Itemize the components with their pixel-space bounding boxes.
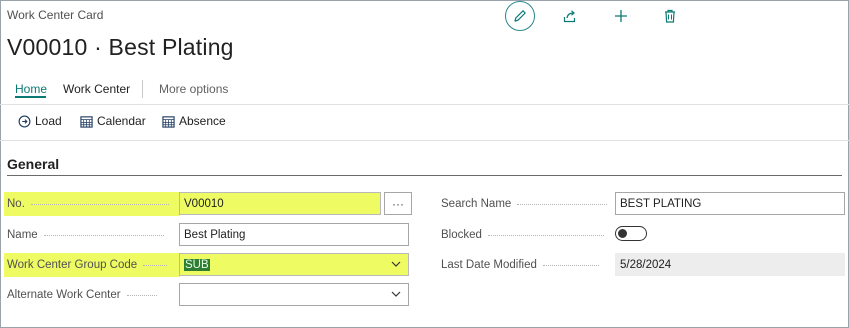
- absence-calendar-icon: [162, 115, 175, 128]
- page-title: V00010 · Best Plating: [7, 34, 234, 60]
- label-dots: [143, 264, 168, 266]
- load-button[interactable]: Load: [18, 114, 62, 128]
- delete-button[interactable]: [655, 1, 685, 31]
- card-caption: Work Center Card: [7, 8, 104, 22]
- blocked-toggle[interactable]: [615, 226, 647, 241]
- label-dots: [517, 203, 608, 205]
- tab-home[interactable]: Home: [15, 82, 47, 96]
- chevron-down-icon: [391, 291, 401, 297]
- load-label: Load: [35, 114, 62, 128]
- last-modified-label: Last Date Modified: [441, 259, 537, 271]
- plus-icon: [615, 10, 627, 22]
- label-dots: [30, 203, 169, 205]
- tab-more-options[interactable]: More options: [159, 82, 228, 96]
- tab-work-center[interactable]: Work Center: [63, 82, 130, 96]
- blocked-label: Blocked: [441, 229, 482, 241]
- field-row-blocked: Blocked: [441, 223, 615, 247]
- divider: [0, 104, 849, 105]
- group-code-select[interactable]: SUB: [179, 253, 409, 276]
- no-field[interactable]: V00010: [179, 192, 381, 215]
- active-tab-indicator: [15, 96, 46, 98]
- absence-label: Absence: [179, 114, 226, 128]
- field-row-last-modified: Last Date Modified: [441, 253, 615, 277]
- share-icon: [563, 10, 576, 23]
- last-modified-value: 5/28/2024: [620, 258, 672, 271]
- no-label: No.: [7, 198, 25, 210]
- alternate-work-center-select[interactable]: [179, 283, 409, 306]
- name-value: Best Plating: [184, 228, 246, 241]
- field-row-alternate: Alternate Work Center: [4, 283, 180, 307]
- toggle-knob: [618, 229, 627, 238]
- field-row-no: No.: [4, 192, 180, 216]
- label-dots: [487, 234, 604, 236]
- field-row-group-code: Work Center Group Code: [4, 253, 180, 277]
- absence-button[interactable]: Absence: [162, 114, 226, 128]
- alternate-label: Alternate Work Center: [7, 289, 121, 301]
- label-dots: [542, 264, 599, 266]
- section-title-general: General: [7, 156, 60, 172]
- group-code-value: SUB: [184, 258, 210, 271]
- field-row-search-name: Search Name: [441, 192, 615, 216]
- field-row-name: Name: [4, 223, 180, 247]
- calendar-label: Calendar: [97, 114, 146, 128]
- no-value: V00010: [184, 197, 224, 210]
- new-button[interactable]: [606, 1, 636, 31]
- no-assist-button[interactable]: ···: [384, 192, 412, 215]
- share-button[interactable]: [555, 1, 585, 31]
- search-name-label: Search Name: [441, 198, 512, 210]
- trash-icon: [665, 9, 675, 23]
- label-dots: [43, 234, 164, 236]
- calendar-icon: [80, 115, 93, 128]
- label-dots: [126, 294, 157, 296]
- calendar-button[interactable]: Calendar: [80, 114, 146, 128]
- search-name-value: BEST PLATING: [620, 197, 702, 210]
- section-divider: [7, 175, 842, 176]
- search-name-field[interactable]: BEST PLATING: [615, 192, 845, 215]
- load-icon: [18, 115, 31, 127]
- chevron-down-icon: [391, 261, 401, 267]
- name-label: Name: [7, 229, 38, 241]
- divider: [0, 140, 849, 141]
- nav-divider: [142, 80, 143, 98]
- pencil-icon: [514, 10, 526, 22]
- name-field[interactable]: Best Plating: [179, 223, 409, 246]
- group-code-label: Work Center Group Code: [7, 259, 138, 271]
- edit-button[interactable]: [505, 1, 535, 31]
- last-modified-value-box: 5/28/2024: [615, 253, 845, 276]
